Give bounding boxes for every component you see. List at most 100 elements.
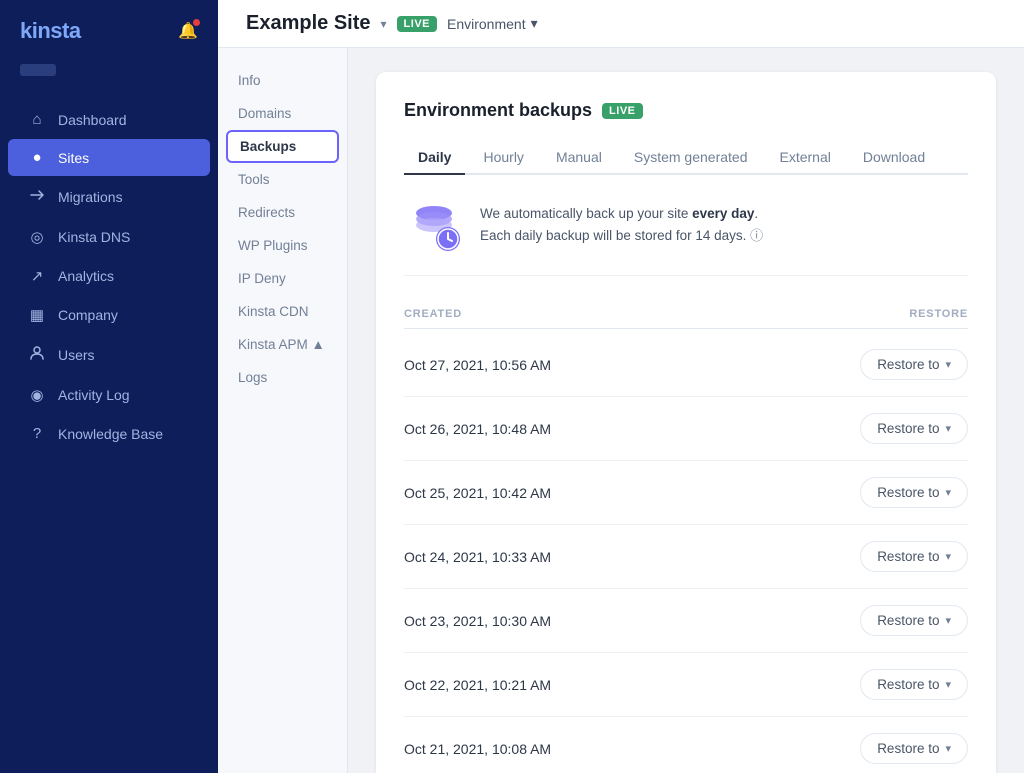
card-title: Environment backups — [404, 100, 592, 121]
sub-nav-domains[interactable]: Domains — [218, 97, 347, 130]
table-row: Oct 22, 2021, 10:21 AM Restore to ▾ — [404, 653, 968, 717]
activity-log-icon: ◉ — [28, 386, 46, 404]
tab-manual[interactable]: Manual — [542, 141, 616, 175]
table-header: CREATED RESTORE — [404, 300, 968, 329]
sidebar-item-users[interactable]: Users — [8, 335, 210, 375]
sidebar-item-label: Migrations — [58, 189, 123, 205]
card-header: Environment backups LIVE — [404, 100, 968, 121]
backup-date: Oct 23, 2021, 10:30 AM — [404, 613, 551, 629]
restore-to-button[interactable]: Restore to ▾ — [860, 349, 968, 380]
sidebar-item-dashboard[interactable]: ⌂ Dashboard — [8, 101, 210, 138]
table-row: Oct 27, 2021, 10:56 AM Restore to ▾ — [404, 333, 968, 397]
sidebar-item-activity-log[interactable]: ◉ Activity Log — [8, 376, 210, 414]
col-restore-header: RESTORE — [909, 308, 968, 320]
company-icon: ▦ — [28, 306, 46, 324]
tab-external[interactable]: External — [765, 141, 844, 175]
environment-label: Environment — [447, 16, 526, 32]
sidebar-item-label: Knowledge Base — [58, 426, 163, 442]
sites-icon: ● — [28, 149, 46, 166]
sidebar-item-knowledge-base[interactable]: ? Knowledge Base — [8, 415, 210, 452]
live-badge: LIVE — [397, 16, 437, 32]
backup-date: Oct 22, 2021, 10:21 AM — [404, 677, 551, 693]
backup-date: Oct 21, 2021, 10:08 AM — [404, 741, 551, 757]
sidebar-item-label: Users — [58, 347, 95, 363]
backup-icon — [404, 195, 464, 255]
restore-chevron-icon: ▾ — [945, 550, 951, 563]
migrations-icon — [28, 187, 46, 207]
restore-chevron-icon: ▾ — [945, 742, 951, 755]
sub-nav-tools[interactable]: Tools — [218, 163, 347, 196]
restore-to-button[interactable]: Restore to ▾ — [860, 605, 968, 636]
top-header: Example Site ▾ LIVE Environment ▾ — [218, 0, 1024, 48]
backup-info-section: We automatically back up your site every… — [404, 195, 968, 276]
content-area: Info Domains Backups Tools Redirects WP … — [218, 48, 1024, 773]
sidebar-item-label: Kinsta DNS — [58, 229, 130, 245]
sub-nav-kinsta-apm[interactable]: Kinsta APM ▲ — [218, 328, 347, 361]
sub-nav-info[interactable]: Info — [218, 64, 347, 97]
user-avatar — [20, 64, 56, 76]
site-dropdown-arrow[interactable]: ▾ — [381, 17, 387, 31]
sub-nav-logs[interactable]: Logs — [218, 361, 347, 394]
sidebar-item-label: Analytics — [58, 268, 114, 284]
main-area: Example Site ▾ LIVE Environment ▾ Info D… — [218, 0, 1024, 773]
restore-chevron-icon: ▾ — [945, 422, 951, 435]
kinsta-logo: kinsta — [20, 18, 81, 44]
sidebar-item-migrations[interactable]: Migrations — [8, 177, 210, 217]
card-live-badge: LIVE — [602, 103, 642, 119]
sidebar-item-label: Activity Log — [58, 387, 130, 403]
tab-download[interactable]: Download — [849, 141, 939, 175]
sub-nav-redirects[interactable]: Redirects — [218, 196, 347, 229]
restore-chevron-icon: ▾ — [945, 678, 951, 691]
sidebar-item-sites[interactable]: ● Sites — [8, 139, 210, 176]
backup-description: We automatically back up your site every… — [480, 203, 763, 246]
backup-tabs: Daily Hourly Manual System generated Ext… — [404, 141, 968, 175]
tab-hourly[interactable]: Hourly — [469, 141, 537, 175]
sidebar-header: kinsta 🔔 — [0, 0, 218, 58]
table-row: Oct 21, 2021, 10:08 AM Restore to ▾ — [404, 717, 968, 773]
backup-date: Oct 24, 2021, 10:33 AM — [404, 549, 551, 565]
restore-to-button[interactable]: Restore to ▾ — [860, 733, 968, 764]
backup-date: Oct 27, 2021, 10:56 AM — [404, 357, 551, 373]
restore-chevron-icon: ▾ — [945, 486, 951, 499]
sub-nav-wp-plugins[interactable]: WP Plugins — [218, 229, 347, 262]
restore-to-button[interactable]: Restore to ▾ — [860, 477, 968, 508]
info-help-icon[interactable]: ⓘ — [750, 228, 763, 243]
sidebar: kinsta 🔔 ⌂ Dashboard ● Sites Migrations … — [0, 0, 218, 773]
col-created-header: CREATED — [404, 308, 462, 320]
sub-sidebar: Info Domains Backups Tools Redirects WP … — [218, 48, 348, 773]
sidebar-item-analytics[interactable]: ↗ Analytics — [8, 257, 210, 295]
environment-chevron-icon: ▾ — [531, 15, 538, 32]
tab-daily[interactable]: Daily — [404, 141, 465, 175]
sidebar-nav: ⌂ Dashboard ● Sites Migrations ◎ Kinsta … — [0, 92, 218, 773]
sub-nav-backups[interactable]: Backups — [226, 130, 339, 163]
sidebar-item-company[interactable]: ▦ Company — [8, 296, 210, 334]
table-row: Oct 25, 2021, 10:42 AM Restore to ▾ — [404, 461, 968, 525]
backup-table: CREATED RESTORE Oct 27, 2021, 10:56 AM R… — [404, 300, 968, 773]
restore-chevron-icon: ▾ — [945, 358, 951, 371]
table-row: Oct 23, 2021, 10:30 AM Restore to ▾ — [404, 589, 968, 653]
sub-nav-ip-deny[interactable]: IP Deny — [218, 262, 347, 295]
knowledge-base-icon: ? — [28, 425, 46, 442]
bell-notification-dot — [193, 19, 200, 26]
kinsta-dns-icon: ◎ — [28, 228, 46, 246]
sub-nav-kinsta-cdn[interactable]: Kinsta CDN — [218, 295, 347, 328]
environment-dropdown[interactable]: Environment ▾ — [447, 15, 538, 32]
restore-to-button[interactable]: Restore to ▾ — [860, 541, 968, 572]
sidebar-item-kinsta-dns[interactable]: ◎ Kinsta DNS — [8, 218, 210, 256]
dashboard-icon: ⌂ — [28, 111, 46, 128]
restore-to-button[interactable]: Restore to ▾ — [860, 669, 968, 700]
restore-chevron-icon: ▾ — [945, 614, 951, 627]
page-content: Environment backups LIVE Daily Hourly Ma… — [348, 48, 1024, 773]
backup-date: Oct 25, 2021, 10:42 AM — [404, 485, 551, 501]
backup-date: Oct 26, 2021, 10:48 AM — [404, 421, 551, 437]
tab-system-generated[interactable]: System generated — [620, 141, 762, 175]
backups-card: Environment backups LIVE Daily Hourly Ma… — [376, 72, 996, 773]
restore-to-button[interactable]: Restore to ▾ — [860, 413, 968, 444]
users-icon — [28, 345, 46, 365]
sidebar-item-label: Dashboard — [58, 112, 127, 128]
table-row: Oct 26, 2021, 10:48 AM Restore to ▾ — [404, 397, 968, 461]
site-title: Example Site — [246, 12, 371, 35]
bell-icon[interactable]: 🔔 — [178, 21, 198, 41]
table-row: Oct 24, 2021, 10:33 AM Restore to ▾ — [404, 525, 968, 589]
sidebar-item-label: Sites — [58, 150, 89, 166]
